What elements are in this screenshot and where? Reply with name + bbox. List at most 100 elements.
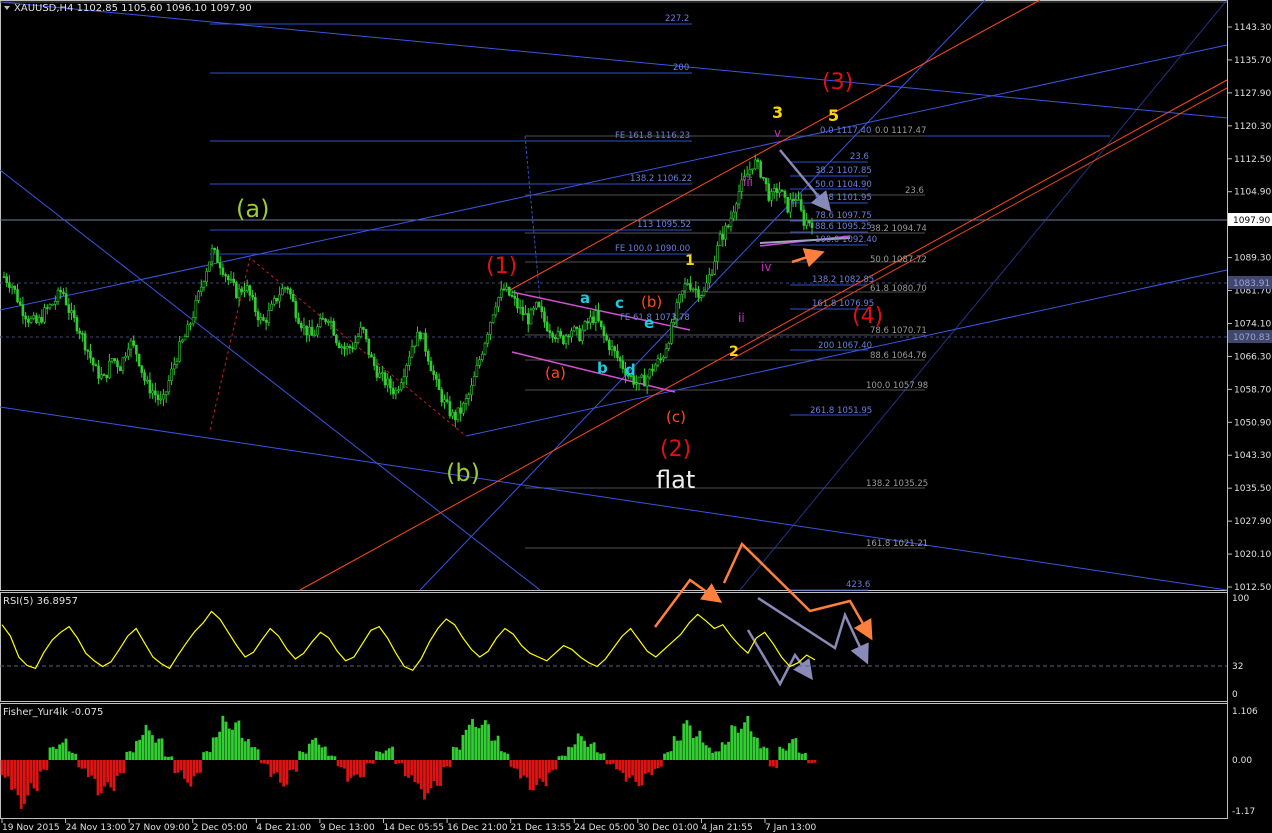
fisher-bar	[583, 740, 586, 760]
candle	[186, 320, 190, 337]
fisher-bar	[215, 737, 218, 760]
candle	[699, 294, 703, 302]
candle	[116, 358, 119, 374]
candle	[237, 283, 241, 307]
price-tick-label: 1120.30	[1234, 122, 1271, 132]
time-tick-label: 21 Dec 13:55	[511, 823, 572, 833]
fisher-bar	[128, 751, 132, 760]
candle	[254, 292, 257, 317]
fisher-bar	[720, 742, 724, 760]
fisher-bar	[282, 760, 286, 787]
candle	[316, 323, 319, 338]
candle	[113, 357, 117, 364]
candle	[218, 256, 222, 276]
candle	[437, 373, 441, 391]
fisher-bar	[525, 760, 529, 778]
candle	[451, 409, 454, 420]
fisher-bar	[35, 760, 39, 792]
fisher-bar	[682, 723, 686, 760]
candle	[764, 177, 768, 192]
candle	[5, 272, 9, 288]
candle	[783, 189, 787, 204]
candle	[716, 241, 719, 270]
fisher-bar	[749, 731, 753, 760]
candle	[164, 391, 168, 403]
candle	[118, 365, 122, 372]
candle	[108, 353, 111, 379]
fisher-bar	[490, 740, 494, 760]
price-tick-label: 1112.50	[1234, 155, 1271, 165]
fisher-bar	[144, 724, 148, 760]
fisher-bar	[218, 731, 222, 760]
fisher-bar	[429, 760, 433, 789]
fisher-bar	[285, 760, 289, 785]
fisher-bar	[730, 725, 734, 760]
candle	[202, 280, 206, 292]
fisher-bar	[515, 760, 519, 769]
fisher-bar	[55, 748, 58, 760]
metatrader-chart[interactable]: XAUUSD,H4 1102.85 1105.60 1096.10 1097.9…	[0, 0, 1272, 833]
fisher-bar	[221, 715, 225, 760]
candle	[89, 343, 92, 364]
collapse-icon[interactable]	[4, 6, 10, 10]
candle	[124, 352, 127, 362]
fisher-bar	[323, 746, 327, 760]
candle	[770, 188, 773, 207]
candle	[780, 189, 784, 192]
candle	[67, 298, 71, 320]
candle	[270, 300, 273, 311]
candle	[705, 274, 708, 292]
candle	[389, 375, 392, 395]
fisher-bar	[45, 760, 49, 771]
fisher-bar	[416, 760, 420, 784]
fisher-tick-top: 1.106	[1232, 707, 1258, 717]
candle	[505, 282, 508, 292]
fisher-bar	[602, 753, 606, 760]
fisher-bar	[19, 760, 23, 809]
fisher-tick-bottom: -1.17	[1232, 807, 1255, 817]
fisher-bar	[240, 737, 244, 760]
candle	[210, 244, 214, 267]
wave-label-2: (2)	[660, 437, 691, 462]
candle	[678, 293, 681, 309]
candle	[602, 323, 606, 344]
fisher-bar	[743, 722, 746, 760]
candle	[589, 310, 592, 329]
fisher-bar	[605, 760, 609, 765]
candle	[375, 358, 379, 382]
candle	[802, 205, 806, 231]
candle	[713, 255, 717, 276]
fisher-bar	[499, 751, 503, 760]
candle	[518, 299, 522, 315]
candle	[281, 284, 284, 296]
fisher-bar	[122, 760, 126, 774]
fisher-bar	[135, 741, 138, 760]
candle	[145, 375, 149, 385]
candle	[229, 271, 233, 283]
fisher-bar	[397, 760, 401, 764]
candle	[386, 373, 390, 393]
candle	[667, 341, 671, 352]
fisher-bar	[202, 752, 206, 760]
candle	[767, 178, 771, 203]
fisher-bar	[67, 751, 71, 760]
fisher-bar	[455, 747, 458, 760]
candle	[578, 324, 581, 342]
fib-label: 138.2 1035.25	[866, 479, 928, 489]
fisher-bar	[810, 760, 814, 764]
candle	[367, 338, 371, 359]
fisher-bar	[637, 760, 641, 787]
fisher-bar	[531, 760, 535, 791]
price-tick-label: 1050.90	[1234, 418, 1271, 428]
fisher-bar	[211, 737, 215, 760]
candle	[178, 335, 181, 363]
candle	[97, 359, 100, 385]
wave-label-minor-2: 2	[729, 344, 739, 360]
candle	[194, 295, 198, 321]
fisher-bar	[16, 760, 20, 796]
fisher-bar	[253, 747, 257, 760]
candle	[762, 176, 765, 181]
fib-label: 200	[673, 63, 689, 73]
candle	[659, 352, 662, 364]
price-tick-label: 1027.90	[1234, 517, 1271, 527]
